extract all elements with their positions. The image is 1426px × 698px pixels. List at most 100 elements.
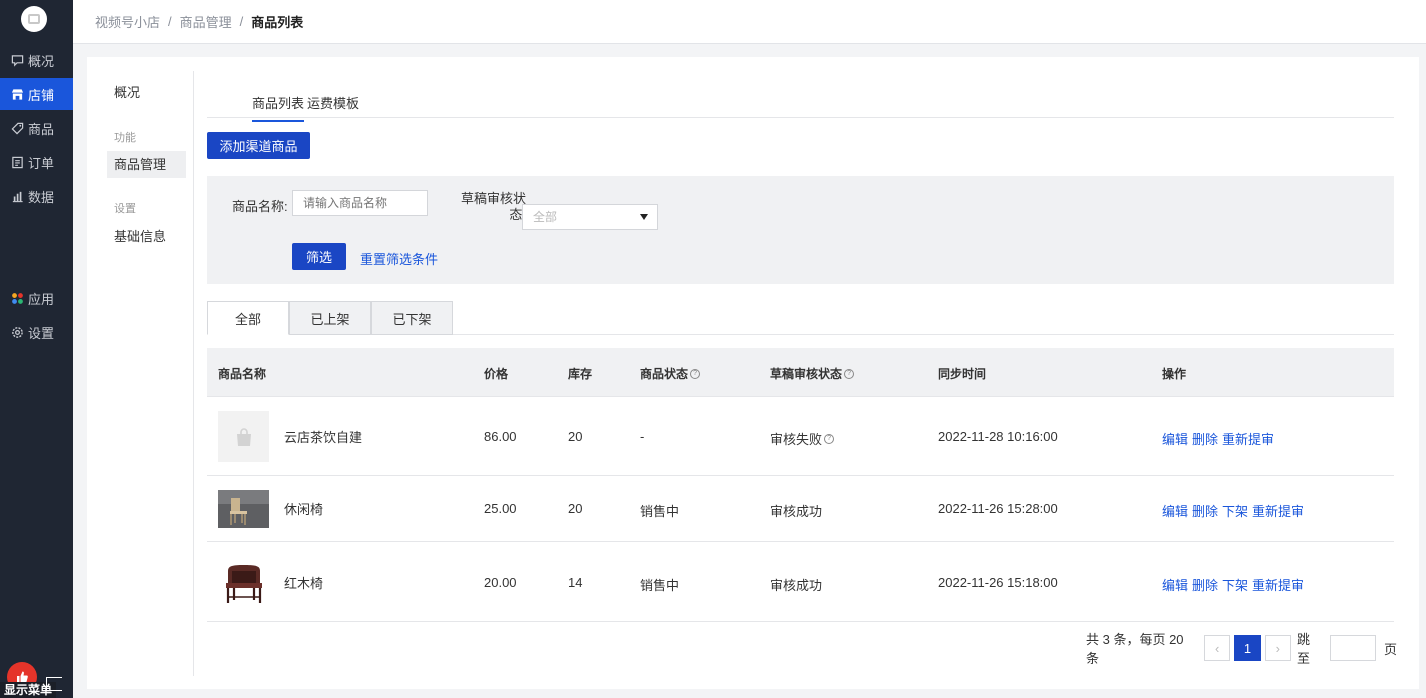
jump-label: 跳至 xyxy=(1296,632,1310,666)
segment-off-shelf[interactable]: 已下架 xyxy=(371,301,453,335)
delete-link[interactable]: 删除 xyxy=(1192,432,1218,447)
price-cell: 86.00 xyxy=(484,429,517,444)
segment-all[interactable]: 全部 xyxy=(207,301,289,335)
bar-chart-icon xyxy=(10,189,24,203)
delete-link[interactable]: 删除 xyxy=(1192,504,1218,519)
edit-link[interactable]: 编辑 xyxy=(1162,432,1188,447)
price-cell: 25.00 xyxy=(484,501,517,516)
header-stock: 库存 xyxy=(568,365,592,382)
breadcrumb-separator: / xyxy=(239,14,244,29)
product-name-link[interactable]: 休闲椅 xyxy=(284,499,323,518)
chevron-down-icon xyxy=(640,214,648,220)
sidebar-item-order[interactable]: 订单 xyxy=(0,146,73,178)
help-icon[interactable]: ? xyxy=(844,368,855,379)
sidebar-item-store[interactable]: 店铺 xyxy=(0,78,73,110)
segment-on-shelf[interactable]: 已上架 xyxy=(289,301,371,335)
header-status: 商品状态? xyxy=(640,365,701,382)
subnav-group-settings: 设置 xyxy=(114,203,136,215)
price-cell: 20.00 xyxy=(484,575,517,590)
header-price: 价格 xyxy=(484,365,508,382)
sidebar-item-settings[interactable]: 设置 xyxy=(0,316,73,348)
tab-shipping-template[interactable]: 运费模板 xyxy=(307,93,359,120)
page-button-current[interactable]: 1 xyxy=(1234,635,1261,661)
edit-link[interactable]: 编辑 xyxy=(1162,504,1188,519)
audit-status-select[interactable]: 全部 xyxy=(522,204,658,230)
stock-cell: 14 xyxy=(568,575,583,590)
header-ops: 操作 xyxy=(1162,365,1186,382)
ops-cell: 编辑 删除 下架 重新提审 xyxy=(1162,575,1308,594)
product-name-link[interactable]: 红木椅 xyxy=(284,573,323,592)
apps-icon xyxy=(10,291,24,305)
shopping-bag-icon xyxy=(236,427,251,446)
store-icon xyxy=(10,87,24,101)
sidebar-item-overview[interactable]: 概况 xyxy=(0,44,73,76)
sidebar-item-data[interactable]: 数据 xyxy=(0,180,73,212)
tag-icon xyxy=(10,121,24,135)
subnav-item-overview[interactable]: 概况 xyxy=(107,79,147,106)
sidebar-item-label: 应用 xyxy=(28,291,55,307)
feedback-widget[interactable]: 显示菜单 xyxy=(0,662,73,698)
next-page-button[interactable]: › xyxy=(1264,635,1291,661)
sidebar-item-label: 商品 xyxy=(28,121,55,137)
audit-cell: 审核成功 xyxy=(770,504,823,519)
sidebar-item-label: 店铺 xyxy=(28,87,55,103)
sync-time-cell: 2022-11-26 15:18:00 xyxy=(938,575,1058,590)
prev-page-button[interactable]: ‹ xyxy=(1204,635,1231,661)
order-icon xyxy=(10,155,24,169)
breadcrumb-separator: / xyxy=(168,14,172,29)
pagination-summary: 共 3 条，每页 20 条 xyxy=(1086,632,1184,666)
page-tabs: 商品列表 运费模板 xyxy=(207,87,1394,122)
product-image-leisure-chair xyxy=(218,490,269,528)
header-name: 商品名称 xyxy=(218,365,266,382)
header-label: 草稿审核状态 xyxy=(770,367,843,381)
tab-product-list[interactable]: 商品列表 xyxy=(252,93,305,122)
sidebar-item-label: 订单 xyxy=(28,155,55,171)
sidebar-item-product[interactable]: 商品 xyxy=(0,112,73,144)
stock-cell: 20 xyxy=(568,429,583,444)
header-label: 商品状态 xyxy=(640,367,689,381)
unlist-link[interactable]: 下架 xyxy=(1222,578,1248,593)
stock-cell: 20 xyxy=(568,501,583,516)
help-icon[interactable]: ? xyxy=(824,433,835,444)
breadcrumb-item-shop[interactable]: 视频号小店 xyxy=(95,12,160,31)
resubmit-link[interactable]: 重新提审 xyxy=(1222,432,1274,447)
help-icon[interactable]: ? xyxy=(690,368,701,379)
breadcrumb-item-product-manage[interactable]: 商品管理 xyxy=(180,12,232,31)
reset-filter-link[interactable]: 重置筛选条件 xyxy=(360,249,438,268)
header-sync-time: 同步时间 xyxy=(938,365,986,382)
product-name-label: 商品名称: xyxy=(232,199,288,214)
shop-logo[interactable] xyxy=(21,6,47,32)
sidebar-item-label: 数据 xyxy=(28,189,55,205)
status-segments: 全部 已上架 已下架 xyxy=(207,301,1394,335)
status-cell: 销售中 xyxy=(640,504,680,519)
audit-status-value: 全部 xyxy=(533,210,558,224)
product-name-input[interactable] xyxy=(292,190,428,216)
unlist-link[interactable]: 下架 xyxy=(1222,504,1248,519)
sidebar-item-apps[interactable]: 应用 xyxy=(0,282,73,314)
subnav-item-product-manage[interactable]: 商品管理 xyxy=(107,151,186,178)
header-label: 价格 xyxy=(484,367,509,381)
header-label: 操作 xyxy=(1162,367,1187,381)
resubmit-link[interactable]: 重新提审 xyxy=(1252,504,1304,519)
collapse-icon[interactable] xyxy=(46,677,62,691)
table-header: 商品名称 价格 库存 商品状态? 草稿审核状态? 同步时间 操作 xyxy=(207,348,1394,397)
ops-cell: 编辑 删除 重新提审 xyxy=(1162,429,1278,448)
product-image-rosewood-chair xyxy=(218,561,269,605)
audit-text: 审核失败 xyxy=(770,432,823,447)
ops-cell: 编辑 删除 下架 重新提审 xyxy=(1162,501,1308,520)
audit-status-label: 草稿审核状 态: xyxy=(461,191,526,223)
add-channel-product-button[interactable]: 添加渠道商品 xyxy=(207,132,310,159)
chair-thumbnail xyxy=(218,490,269,528)
subnav-item-basic-info[interactable]: 基础信息 xyxy=(107,223,173,250)
header-label: 商品名称 xyxy=(218,367,267,381)
filter-submit-button[interactable]: 筛选 xyxy=(292,243,346,270)
sync-time-cell: 2022-11-26 15:28:00 xyxy=(938,501,1058,516)
jump-page-input[interactable] xyxy=(1330,635,1376,661)
product-name-link[interactable]: 云店茶饮自建 xyxy=(284,427,362,446)
header-label: 库存 xyxy=(568,367,593,381)
resubmit-link[interactable]: 重新提审 xyxy=(1252,578,1304,593)
delete-link[interactable]: 删除 xyxy=(1192,578,1218,593)
sync-time-cell: 2022-11-28 10:16:00 xyxy=(938,429,1058,444)
edit-link[interactable]: 编辑 xyxy=(1162,578,1188,593)
main-sidebar: 概况 店铺 商品 订单 数据 应用 设置 显示菜单 xyxy=(0,0,73,698)
